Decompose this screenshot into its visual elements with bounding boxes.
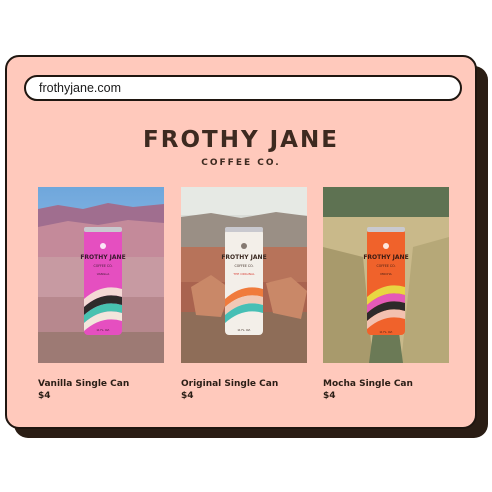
product-name-mocha[interactable]: Mocha Single Can <box>323 379 449 389</box>
product-price-vanilla: $4 <box>38 391 51 401</box>
can-size-vanilla: 11 FL. OZ. <box>96 328 110 332</box>
can-sub-mocha: COFFEE CO. <box>376 264 395 268</box>
can-sub-vanilla: COFFEE CO. <box>93 264 112 268</box>
can-size-mocha: 11 FL. OZ. <box>379 330 393 334</box>
can-label-mocha: FROTHY JANE <box>363 254 408 261</box>
can-size-original: 11 FL. OZ. <box>237 328 251 332</box>
product-price-original: $4 <box>181 391 194 401</box>
product-image-original[interactable]: FROTHY JANE COFFEE CO. THE ORIGINAL 11 F… <box>181 187 307 363</box>
product-card-vanilla[interactable]: FROTHY JANE COFFEE CO. VANILLA 11 FL. OZ… <box>38 187 164 401</box>
product-name-original[interactable]: Original Single Can <box>181 379 307 389</box>
can-flavor-mocha: MOCHA <box>380 272 392 276</box>
can-flavor-vanilla: VANILLA <box>97 272 110 276</box>
can-label-original: FROTHY JANE <box>221 254 266 261</box>
url-bar[interactable]: frothyjane.com <box>24 75 462 101</box>
can-label-vanilla: FROTHY JANE <box>80 254 125 261</box>
can-flavor-original: THE ORIGINAL <box>232 272 255 276</box>
brand-title: FROTHY JANE <box>143 127 339 153</box>
product-card-mocha[interactable]: FROTHY JANE COFFEE CO. MOCHA 11 FL. OZ. … <box>323 187 449 401</box>
brand-subtitle: COFFEE CO. <box>201 158 281 168</box>
product-image-vanilla[interactable]: FROTHY JANE COFFEE CO. VANILLA 11 FL. OZ… <box>38 187 164 363</box>
can-sub-original: COFFEE CO. <box>234 264 253 268</box>
url-text: frothyjane.com <box>39 81 121 95</box>
product-name-vanilla[interactable]: Vanilla Single Can <box>38 379 164 389</box>
product-price-mocha: $4 <box>323 391 336 401</box>
product-image-mocha[interactable]: FROTHY JANE COFFEE CO. MOCHA 11 FL. OZ. <box>323 187 449 363</box>
product-card-original[interactable]: FROTHY JANE COFFEE CO. THE ORIGINAL 11 F… <box>181 187 307 401</box>
browser-window: frothyjane.com FROTHY JANE COFFEE CO. FR… <box>5 55 477 429</box>
